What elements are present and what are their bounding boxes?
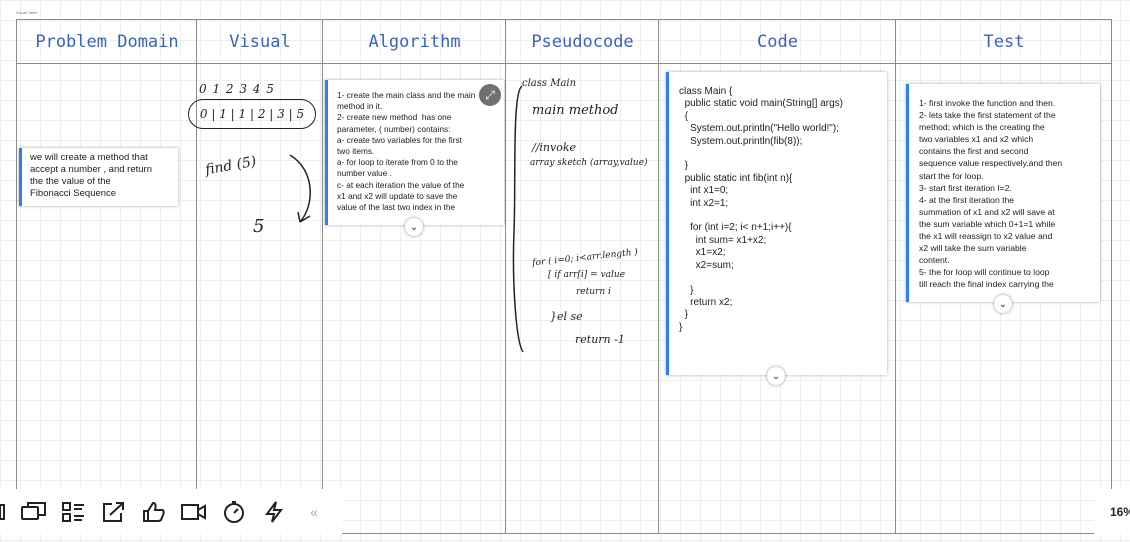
column-visual (197, 20, 323, 533)
zoom-level[interactable]: 16% (1094, 489, 1130, 534)
algorithm-card[interactable]: 1- create the main class and the main me… (325, 80, 504, 225)
problem-domain-card[interactable]: we will create a method that accept a nu… (19, 148, 178, 206)
like-icon[interactable] (134, 492, 174, 532)
bottom-toolbar: « (0, 489, 342, 534)
pseudo-line-9: return -1 (575, 333, 625, 346)
header-divider (17, 63, 1111, 64)
code-text: class Main { public static void main(Str… (679, 86, 843, 333)
pseudo-bracket (512, 85, 524, 353)
sketch-array: 0 | 1 | 1 | 2 | 3 | 5 (188, 99, 316, 129)
pseudo-line-8: }el se (550, 310, 583, 323)
sketch-indices: 0 1 2 3 4 5 (199, 82, 275, 96)
header-test: Test (983, 31, 1025, 52)
code-expand-chevron-icon[interactable]: ⌄ (767, 367, 785, 385)
pseudo-line-4: array sketch (array,value) (530, 158, 648, 168)
comment-icon[interactable] (14, 492, 54, 532)
header-algorithm: Algorithm (368, 31, 461, 52)
list-icon[interactable] (54, 492, 94, 532)
video-icon[interactable] (174, 492, 214, 532)
pseudo-line-7: return i (576, 287, 611, 297)
share-icon[interactable] (94, 492, 134, 532)
header-problem-domain: Problem Domain (35, 31, 179, 52)
test-text: 1- first invoke the function and then. 2… (919, 98, 1063, 290)
header-visual: Visual (229, 31, 291, 52)
pseudo-line-6: [ if arr[i] = value (548, 270, 626, 280)
problem-domain-text: we will create a method that accept a nu… (30, 152, 152, 199)
header-pseudocode: Pseudocode (531, 31, 634, 52)
sketch-result: 5 (253, 216, 265, 237)
algorithm-text: 1- create the main class and the main me… (337, 90, 476, 213)
expand-icon[interactable]: ⤢ (479, 84, 501, 106)
test-expand-chevron-icon[interactable]: ⌄ (994, 295, 1012, 313)
code-card[interactable]: class Main { public static void main(Str… (666, 72, 887, 375)
test-card[interactable]: 1- first invoke the function and then. 2… (906, 84, 1100, 302)
algorithm-expand-chevron-icon[interactable]: ⌄ (405, 218, 423, 236)
partial-tool-icon[interactable] (0, 492, 14, 532)
timer-icon[interactable] (214, 492, 254, 532)
board-label: Visual Table (16, 10, 38, 15)
sketch-arrow (289, 154, 311, 223)
lightning-icon[interactable] (254, 492, 294, 532)
pseudo-line-3: //invoke (532, 141, 577, 154)
collapse-icon[interactable]: « (294, 492, 334, 532)
column-problem-domain (17, 20, 197, 533)
pseudo-line-2: main method (532, 103, 619, 118)
header-code: Code (757, 31, 798, 52)
pseudo-line-1: class Main (522, 78, 577, 89)
